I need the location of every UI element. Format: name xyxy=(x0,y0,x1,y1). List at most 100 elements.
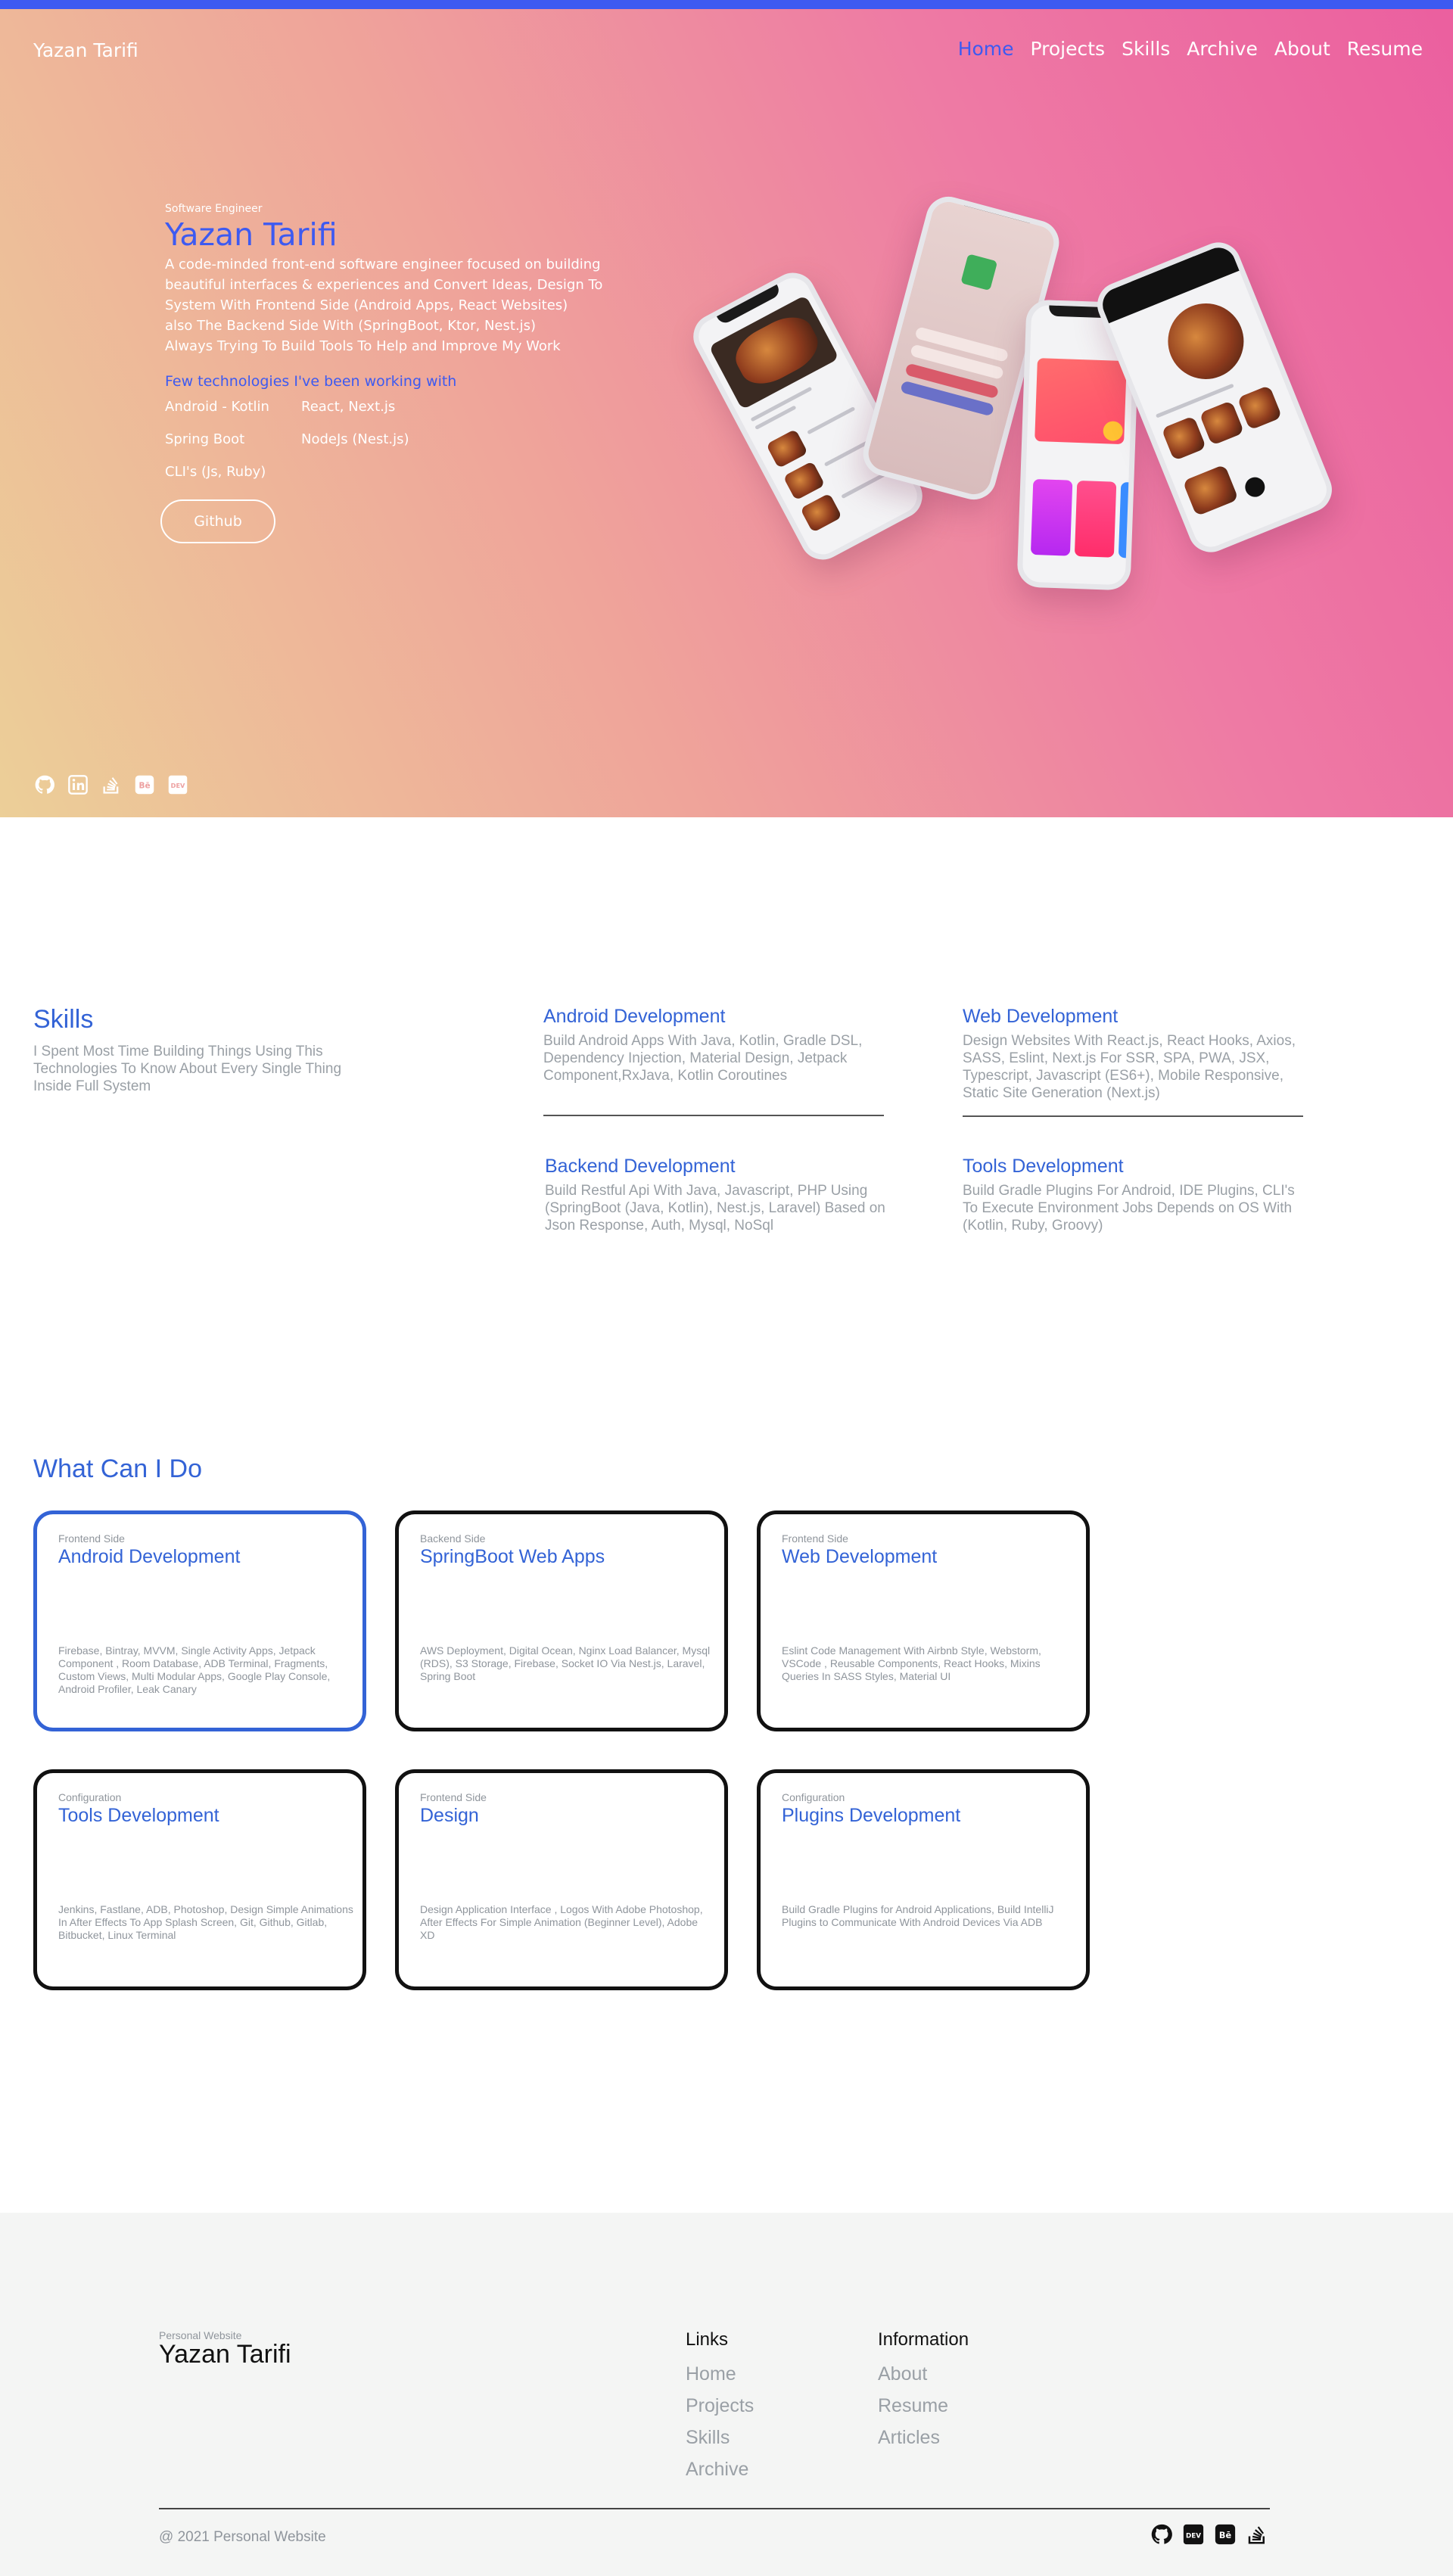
dev-icon[interactable]: DEV xyxy=(166,773,189,796)
services-section: What Can I Do Frontend Side Android Deve… xyxy=(0,1400,1453,2213)
footer-link-archive[interactable]: Archive xyxy=(686,2453,754,2485)
footer-link-about[interactable]: About xyxy=(878,2358,969,2390)
site-footer: Personal Website Yazan Tarifi Links Home… xyxy=(0,2213,1453,2576)
hero-section: Yazan Tarifi Home Projects Skills Archiv… xyxy=(0,0,1453,817)
divider xyxy=(963,1115,1303,1117)
card-title: Design xyxy=(420,1805,479,1826)
footer-information: Information About Resume Articles xyxy=(878,2329,969,2453)
svg-text:DEV: DEV xyxy=(1186,2532,1201,2540)
hero-intro: Software Engineer Yazan Tarifi A code-mi… xyxy=(160,203,619,543)
top-accent-bar xyxy=(0,0,1453,9)
svg-text:DEV: DEV xyxy=(171,782,185,789)
footer-info-title: Information xyxy=(878,2329,969,2350)
phone-mockups-illustration xyxy=(685,189,1339,605)
skill-text: Build Android Apps With Java, Kotlin, Gr… xyxy=(543,1033,863,1084)
card-category: Frontend Side xyxy=(58,1532,125,1545)
stackoverflow-icon[interactable] xyxy=(1246,2523,1268,2546)
card-category: Frontend Side xyxy=(782,1532,848,1545)
linkedin-icon[interactable] xyxy=(67,773,89,796)
skill-title: Web Development xyxy=(963,1006,1119,1027)
service-card-web[interactable]: Frontend Side Web Development Eslint Cod… xyxy=(757,1510,1090,1731)
service-card-springboot[interactable]: Backend Side SpringBoot Web Apps AWS Dep… xyxy=(395,1510,728,1731)
footer-social-links: DEV Bē xyxy=(1150,2523,1268,2546)
skill-title: Backend Development xyxy=(545,1156,736,1177)
svg-text:Bē: Bē xyxy=(1219,2531,1232,2540)
card-description: Firebase, Bintray, MVVM, Single Activity… xyxy=(58,1644,331,1695)
hero-bio: A code-minded front-end software enginee… xyxy=(165,254,619,356)
tech-item: NodeJs (Nest.js) xyxy=(301,431,409,447)
footer-link-articles[interactable]: Articles xyxy=(878,2422,969,2453)
card-title: Tools Development xyxy=(58,1805,219,1826)
card-title: Web Development xyxy=(782,1546,938,1567)
service-card-android[interactable]: Frontend Side Android Development Fireba… xyxy=(33,1510,366,1731)
hero-social-links: Bē DEV xyxy=(33,773,189,796)
skills-section: Skills I Spent Most Time Building Things… xyxy=(0,817,1453,1400)
copyright: @ 2021 Personal Website xyxy=(159,2529,326,2545)
skill-backend: Backend Development Build Restful Api Wi… xyxy=(545,1155,885,1234)
footer-divider xyxy=(159,2508,1270,2509)
github-icon[interactable] xyxy=(33,773,56,796)
card-title: Android Development xyxy=(58,1546,241,1567)
skill-text: Design Websites With React.js, React Hoo… xyxy=(963,1033,1296,1101)
tech-list: Android - Kotlin React, Next.js Spring B… xyxy=(165,399,619,480)
hero-bio-line: A code-minded front-end software enginee… xyxy=(165,257,601,272)
stackoverflow-icon[interactable] xyxy=(100,773,123,796)
skills-description: I Spent Most Time Building Things Using … xyxy=(33,1044,342,1094)
card-description: Jenkins, Fastlane, ADB, Photoshop, Desig… xyxy=(58,1903,353,1941)
skill-web: Web Development Design Websites With Rea… xyxy=(963,1005,1303,1117)
card-description: Build Gradle Plugins for Android Applica… xyxy=(782,1903,1054,1928)
footer-link-resume[interactable]: Resume xyxy=(878,2390,969,2422)
footer-link-skills[interactable]: Skills xyxy=(686,2422,754,2453)
skill-android: Android Development Build Android Apps W… xyxy=(543,1005,884,1116)
hero-bio-line: also The Backend Side With (SpringBoot, … xyxy=(165,318,537,334)
tech-item: Spring Boot xyxy=(165,431,245,447)
nav-skills[interactable]: Skills xyxy=(1122,38,1170,60)
nav-about[interactable]: About xyxy=(1274,38,1330,60)
skill-title: Tools Development xyxy=(963,1156,1124,1177)
footer-links-title: Links xyxy=(686,2329,729,2350)
main-nav: Home Projects Skills Archive About Resum… xyxy=(958,38,1423,60)
skills-title: Skills xyxy=(33,1005,94,1034)
skill-title: Android Development xyxy=(543,1006,726,1027)
hero-bio-line: Always Trying To Build Tools To Help and… xyxy=(165,338,561,354)
card-category: Configuration xyxy=(782,1791,845,1803)
github-button[interactable]: Github xyxy=(160,499,275,543)
tech-title: Few technologies I've been working with xyxy=(165,373,457,390)
nav-archive[interactable]: Archive xyxy=(1187,38,1258,60)
footer-name: Yazan Tarifi xyxy=(159,2340,291,2369)
site-brand[interactable]: Yazan Tarifi xyxy=(33,39,138,61)
behance-icon[interactable]: Bē xyxy=(1214,2523,1237,2546)
behance-icon[interactable]: Bē xyxy=(133,773,156,796)
card-description: Eslint Code Management With Airbnb Style… xyxy=(782,1644,1041,1682)
github-icon[interactable] xyxy=(1150,2523,1173,2546)
hero-bio-line: System With Frontend Side (Android Apps,… xyxy=(165,297,568,313)
hero-name: Yazan Tarifi xyxy=(165,216,338,253)
card-category: Configuration xyxy=(58,1791,122,1803)
nav-home[interactable]: Home xyxy=(958,38,1014,60)
dev-icon[interactable]: DEV xyxy=(1182,2523,1205,2546)
footer-links: Links Home Projects Skills Archive xyxy=(686,2329,754,2485)
card-title: Plugins Development xyxy=(782,1805,961,1826)
card-category: Backend Side xyxy=(420,1532,486,1545)
hero-bio-line: beautiful interfaces & experiences and C… xyxy=(165,277,603,293)
svg-text:Bē: Bē xyxy=(138,782,150,791)
nav-resume[interactable]: Resume xyxy=(1347,38,1423,60)
footer-link-projects[interactable]: Projects xyxy=(686,2390,754,2422)
card-description: Design Application Interface , Logos Wit… xyxy=(420,1903,703,1941)
service-card-plugins[interactable]: Configuration Plugins Development Build … xyxy=(757,1769,1090,1990)
tech-item: React, Next.js xyxy=(301,399,396,415)
service-card-design[interactable]: Frontend Side Design Design Application … xyxy=(395,1769,728,1990)
skill-text: Build Gradle Plugins For Android, IDE Pl… xyxy=(963,1183,1295,1234)
hero-role: Software Engineer xyxy=(165,203,263,215)
nav-projects[interactable]: Projects xyxy=(1031,38,1106,60)
service-card-tools[interactable]: Configuration Tools Development Jenkins,… xyxy=(33,1769,366,1990)
card-description: AWS Deployment, Digital Ocean, Nginx Loa… xyxy=(420,1644,711,1682)
card-category: Frontend Side xyxy=(420,1791,487,1803)
services-title: What Can I Do xyxy=(33,1454,202,1483)
card-title: SpringBoot Web Apps xyxy=(420,1546,605,1567)
footer-link-home[interactable]: Home xyxy=(686,2358,754,2390)
divider xyxy=(543,1115,884,1116)
skill-tools: Tools Development Build Gradle Plugins F… xyxy=(963,1155,1303,1234)
tech-item: Android - Kotlin xyxy=(165,399,269,415)
tech-item: CLI's (Js, Ruby) xyxy=(165,464,266,480)
